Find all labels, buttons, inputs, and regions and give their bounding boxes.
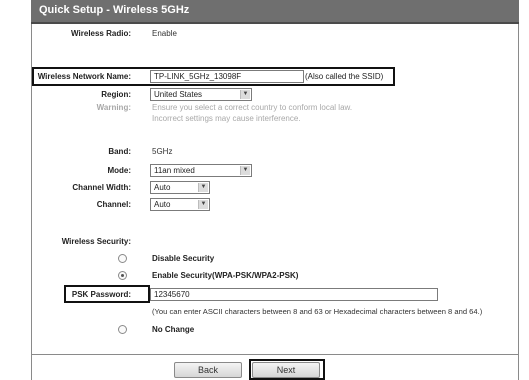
psk-password-label: PSK Password:	[71, 290, 131, 299]
channel-selected-value: Auto	[154, 200, 171, 209]
back-button[interactable]: Back	[174, 362, 242, 378]
band-label: Band:	[108, 147, 131, 156]
enable-security-label: Enable Security(WPA-PSK/WPA2-PSK)	[152, 271, 299, 280]
wireless-radio-label: Wireless Radio:	[71, 29, 131, 38]
chevron-down-icon: ▼	[240, 90, 250, 99]
page-title: Quick Setup - Wireless 5GHz	[39, 4, 190, 16]
band-value: 5GHz	[152, 147, 173, 156]
channel-width-selected-value: Auto	[154, 183, 171, 192]
ssid-note: (Also called the SSID)	[305, 72, 384, 81]
region-label: Region:	[101, 90, 131, 99]
channel-width-select[interactable]: Auto ▼	[150, 181, 210, 194]
chevron-down-icon: ▼	[198, 200, 208, 209]
no-change-label: No Change	[152, 325, 195, 334]
psk-password-hint: (You can enter ASCII characters between …	[152, 307, 483, 316]
mode-select[interactable]: 11an mixed ▼	[150, 164, 252, 177]
bottom-divider	[32, 354, 518, 355]
mode-label: Mode:	[107, 166, 131, 175]
region-selected-value: United States	[154, 90, 203, 99]
chevron-down-icon: ▼	[240, 166, 250, 175]
channel-select[interactable]: Auto ▼	[150, 198, 210, 211]
channel-label: Channel:	[96, 200, 131, 209]
title-bar: Quick Setup - Wireless 5GHz	[31, 0, 519, 24]
channel-width-label: Channel Width:	[72, 183, 131, 192]
psk-password-input[interactable]: 12345670	[150, 288, 438, 301]
warning-label: Warning:	[96, 103, 131, 112]
ssid-label: Wireless Network Name:	[37, 72, 131, 81]
mode-selected-value: 11an mixed	[154, 166, 195, 175]
warning-line-1: Ensure you select a correct country to c…	[152, 103, 353, 112]
region-select[interactable]: United States ▼	[150, 88, 252, 101]
disable-security-radio[interactable]	[118, 254, 127, 263]
disable-security-label: Disable Security	[152, 254, 215, 263]
next-button[interactable]: Next	[252, 362, 320, 378]
wireless-security-label: Wireless Security:	[61, 237, 131, 246]
wireless-radio-value: Enable	[152, 29, 177, 38]
no-change-radio[interactable]	[118, 325, 127, 334]
enable-security-radio[interactable]	[118, 271, 127, 280]
chevron-down-icon: ▼	[198, 183, 208, 192]
warning-line-2: Incorrect settings may cause interferenc…	[152, 114, 301, 123]
ssid-input[interactable]: TP-LINK_5GHz_13098F	[150, 70, 304, 83]
